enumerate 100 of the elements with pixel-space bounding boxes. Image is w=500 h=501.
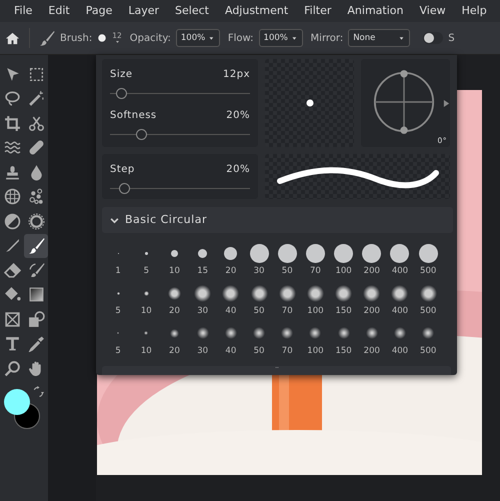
menu-item[interactable]: Animation xyxy=(347,2,412,20)
menu-item[interactable]: Select xyxy=(175,2,217,20)
bucket-icon xyxy=(4,286,20,304)
dots-icon xyxy=(28,188,44,206)
menu-item[interactable]: Page xyxy=(86,2,120,20)
brush-dot-icon xyxy=(306,99,314,107)
brush-preset[interactable]: 70 xyxy=(273,281,302,321)
menu-item[interactable]: View xyxy=(419,2,454,20)
arrow-right-icon xyxy=(443,99,450,108)
scissors-icon xyxy=(28,114,44,132)
toggle-label: S xyxy=(448,32,455,46)
stamp-icon xyxy=(4,164,20,181)
brush-preset[interactable]: 500 xyxy=(414,241,442,281)
brush-preset[interactable]: 70 xyxy=(273,321,302,361)
slider-thumb[interactable] xyxy=(116,88,128,99)
marquee-icon xyxy=(28,66,44,83)
brush-preset[interactable]: 5 xyxy=(104,281,132,321)
sun-icon xyxy=(28,212,44,230)
brush-preset[interactable]: 100 xyxy=(301,281,330,321)
brush-preset[interactable]: 20 xyxy=(160,321,189,361)
slider-track[interactable] xyxy=(110,88,250,98)
slider-thumb[interactable] xyxy=(119,183,130,194)
foreground-color-swatch[interactable] xyxy=(4,388,30,414)
brush-preset[interactable]: 40 xyxy=(216,321,245,361)
brush-preset[interactable]: 100 xyxy=(330,241,358,281)
menu-item[interactable]: Adjustment xyxy=(224,2,296,20)
home-icon[interactable] xyxy=(5,30,20,46)
brush-preset[interactable]: 20 xyxy=(216,241,245,281)
slider-track[interactable] xyxy=(110,129,250,139)
brush-preset[interactable]: 30 xyxy=(188,281,217,321)
brush-preset[interactable]: 10 xyxy=(132,281,160,321)
brush-preset[interactable]: 1 xyxy=(104,241,132,281)
brush-icon[interactable] xyxy=(39,30,55,46)
opacity-label: Opacity: xyxy=(130,32,171,46)
wand-icon xyxy=(28,90,44,108)
brush-preset[interactable]: 5 xyxy=(132,241,160,281)
menu-item[interactable]: Filter xyxy=(304,2,340,20)
brush-preset[interactable]: 400 xyxy=(386,241,414,281)
zoom-icon xyxy=(4,360,20,377)
toggle-switch[interactable] xyxy=(423,32,444,44)
brush-preset[interactable]: 50 xyxy=(273,241,302,281)
half-circle-icon xyxy=(4,212,20,230)
type-icon xyxy=(4,335,20,352)
shapes-icon xyxy=(28,310,44,328)
brush-preset[interactable]: 40 xyxy=(216,281,245,321)
flow-dropdown[interactable]: 100% xyxy=(258,28,303,48)
menu-item[interactable]: Help xyxy=(462,2,495,20)
frame-icon xyxy=(4,310,20,328)
caret-icon xyxy=(398,36,406,40)
brush-preset[interactable]: 200 xyxy=(358,241,386,281)
slider-label: Step xyxy=(110,163,135,177)
brush-preset[interactable]: 70 xyxy=(301,241,330,281)
slider-thumb[interactable] xyxy=(136,129,147,140)
tool-button[interactable] xyxy=(24,234,48,258)
brush-preset[interactable]: 500 xyxy=(414,281,442,321)
brush-preset[interactable]: 5 xyxy=(104,321,132,361)
slider-label: Softness xyxy=(110,109,157,123)
menu-item[interactable]: Layer xyxy=(128,2,168,20)
caret-icon xyxy=(114,40,120,44)
brush-preset[interactable]: 50 xyxy=(244,281,274,321)
brush-preset[interactable]: 150 xyxy=(330,281,358,321)
brush-preset[interactable]: 100 xyxy=(301,321,330,361)
chevron-down-icon xyxy=(110,216,119,224)
mirror-dropdown[interactable]: None xyxy=(348,28,410,48)
slider-value: 20% xyxy=(226,163,250,177)
brush-preset[interactable]: 400 xyxy=(386,321,414,361)
crop-icon xyxy=(4,114,20,132)
mixer-brush-icon xyxy=(28,262,44,279)
brush-preset[interactable]: 200 xyxy=(358,321,386,361)
slider-track[interactable] xyxy=(110,183,250,193)
opacity-dropdown[interactable]: 100% xyxy=(176,28,220,48)
flow-label: Flow: xyxy=(228,32,254,46)
mirror-label: Mirror: xyxy=(310,32,344,46)
brush-tip-icon[interactable] xyxy=(97,33,108,43)
brush-preset[interactable]: 20 xyxy=(160,281,189,321)
brush-preset[interactable]: 30 xyxy=(188,321,217,361)
brush-preset[interactable]: 10 xyxy=(132,321,160,361)
brush-preset[interactable]: 15 xyxy=(188,241,217,281)
brush-preset[interactable]: 400 xyxy=(386,281,414,321)
menu-item[interactable]: File xyxy=(14,2,40,20)
group-header[interactable]: Basic Circular xyxy=(102,207,453,233)
caret-icon xyxy=(290,36,298,40)
slider-value: 20% xyxy=(226,109,250,123)
brush-preset[interactable]: 500 xyxy=(414,321,442,361)
brush-preset[interactable]: 10 xyxy=(160,241,189,281)
eraser-icon xyxy=(4,262,20,279)
brush-preset[interactable]: 30 xyxy=(244,241,274,281)
slider-value: 12px xyxy=(223,68,250,82)
brush-preset[interactable]: 50 xyxy=(244,321,274,361)
menu-item[interactable]: Edit xyxy=(48,2,78,20)
grid-globe-icon xyxy=(4,188,20,206)
brush-preset[interactable]: 200 xyxy=(358,281,386,321)
slider-label: Size xyxy=(110,68,133,82)
eyedropper-icon xyxy=(28,335,44,352)
brush-preset[interactable]: 150 xyxy=(330,321,358,361)
caret-icon xyxy=(208,36,215,40)
brush-label: Brush: xyxy=(60,32,92,46)
gradient-icon xyxy=(28,286,44,304)
swap-icon[interactable] xyxy=(32,386,44,398)
waves-icon xyxy=(4,139,20,156)
